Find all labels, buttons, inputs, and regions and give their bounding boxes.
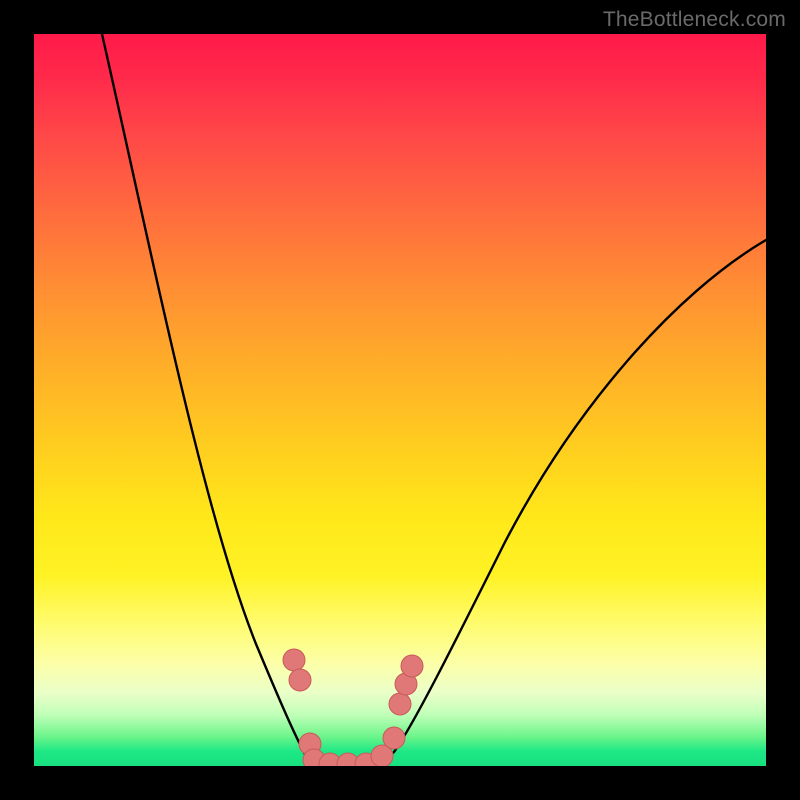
marker-dot — [401, 655, 423, 677]
marker-layer — [34, 34, 766, 766]
watermark-text: TheBottleneck.com — [603, 8, 786, 32]
chart-frame: TheBottleneck.com — [0, 0, 800, 800]
marker-dot — [389, 693, 411, 715]
marker-dot — [383, 727, 405, 749]
plot-area — [34, 34, 766, 766]
marker-dot — [283, 649, 305, 671]
marker-dot — [289, 669, 311, 691]
